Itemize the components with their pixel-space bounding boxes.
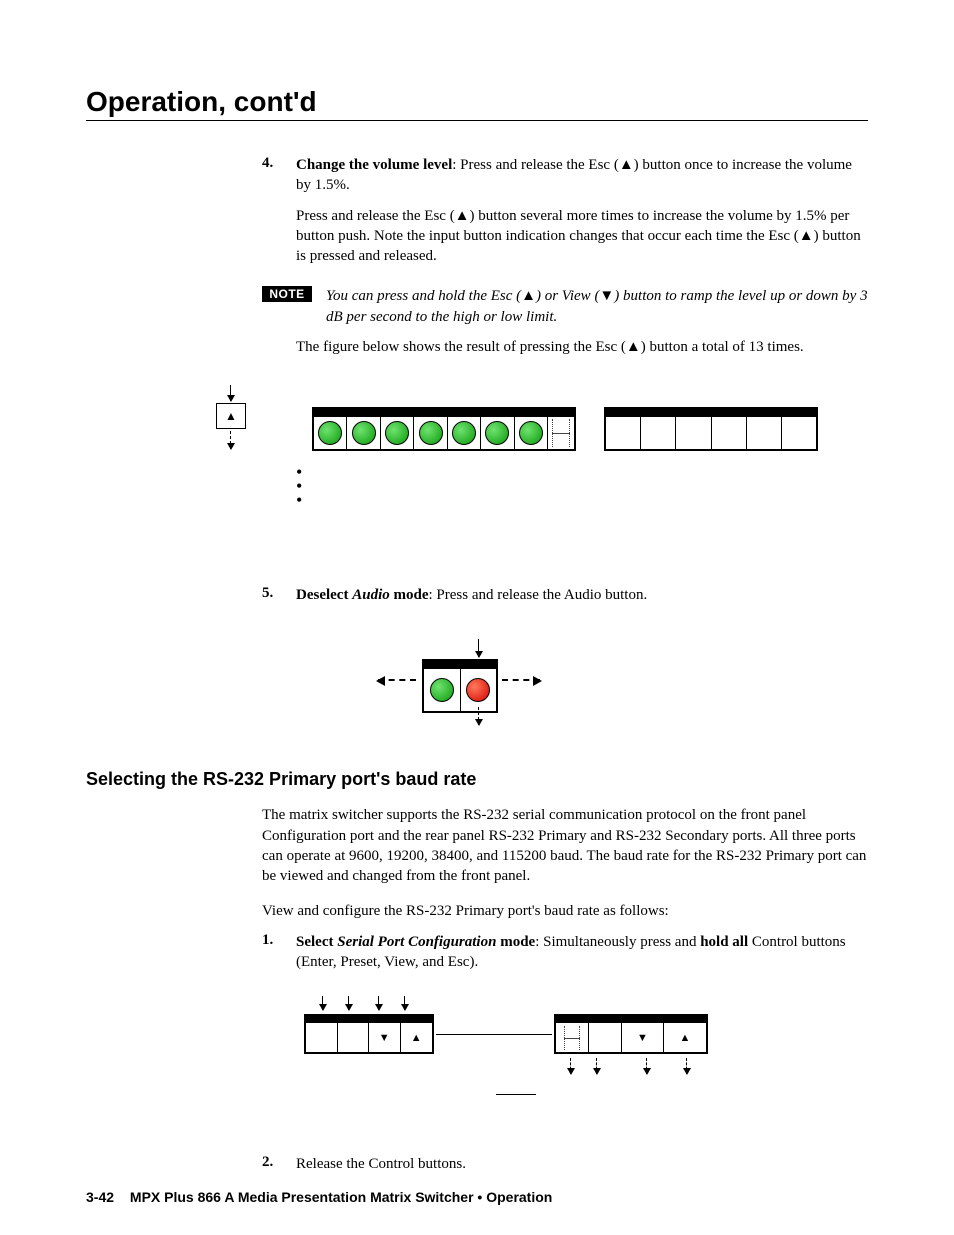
page-title: Operation, cont'd xyxy=(86,86,868,118)
led-green-icon xyxy=(519,421,543,445)
figure-volume-level: ▲ ••• xyxy=(86,385,868,565)
led-green-icon xyxy=(430,678,454,702)
figure-intro: The figure below shows the result of pre… xyxy=(262,337,868,367)
step5-lead-b: Audio xyxy=(352,587,390,603)
figure-control-buttons: ▼ ▲ ▼ ▲ xyxy=(86,994,868,1124)
note-badge: NOTE xyxy=(262,286,312,302)
led-green-icon xyxy=(419,421,443,445)
arrow-dashed-down-icon xyxy=(230,431,231,449)
title-rule xyxy=(86,120,868,121)
led-green-icon xyxy=(352,421,376,445)
step5-lead-a: Deselect xyxy=(296,587,352,603)
led-green-icon xyxy=(385,421,409,445)
arrow-dashed-down-icon xyxy=(596,1058,597,1074)
step4-line1: Change the volume level: Press and relea… xyxy=(296,155,868,196)
step-number: 1. xyxy=(262,932,296,983)
step-5: 5. Deselect Audio mode: Press and releas… xyxy=(262,585,868,615)
note-block: NOTE You can press and hold the Esc (▲) … xyxy=(262,286,868,327)
step-1: 1. Select Serial Port Configuration mode… xyxy=(262,932,868,983)
arrow-right-icon xyxy=(502,679,540,681)
led-red-icon xyxy=(466,678,490,702)
step2-text: Release the Control buttons. xyxy=(296,1154,868,1174)
led-green-icon xyxy=(318,421,342,445)
step1-lead-b: Serial Port Configuration xyxy=(337,934,496,950)
arrow-down-icon xyxy=(348,996,349,1010)
step-number: 2. xyxy=(262,1154,296,1184)
footer-product: MPX Plus 866 A Media Presentation Matrix… xyxy=(130,1189,552,1205)
input-panel-left xyxy=(312,407,576,451)
audio-button-panel xyxy=(422,659,498,713)
rs232-para2: View and configure the RS-232 Primary po… xyxy=(262,901,868,921)
page-footer: 3-42 MPX Plus 866 A Media Presentation M… xyxy=(86,1189,552,1205)
arrow-down-icon xyxy=(322,996,323,1010)
step-number: 4. xyxy=(262,155,296,276)
ellipsis-dots: ••• xyxy=(296,465,302,507)
arrow-dashed-down-icon xyxy=(686,1058,687,1074)
fig-intro-text: The figure below shows the result of pre… xyxy=(296,337,868,357)
subheading-baud-rate: Selecting the RS-232 Primary port's baud… xyxy=(86,769,868,790)
caption-rule xyxy=(496,1094,536,1095)
note-text: You can press and hold the Esc (▲) or Vi… xyxy=(326,286,868,327)
arrow-down-icon xyxy=(230,385,231,401)
figure-audio-toggle xyxy=(86,629,868,749)
arrow-left-icon xyxy=(378,679,416,681)
arrow-down-icon xyxy=(378,996,379,1010)
page-number: 3-42 xyxy=(86,1189,114,1205)
control-panel-after: ▼ ▲ xyxy=(554,1014,708,1054)
step1-lead-c: mode xyxy=(496,934,535,950)
step1-lead-a: Select xyxy=(296,934,337,950)
arrow-dashed-down-icon xyxy=(646,1058,647,1074)
step-number: 5. xyxy=(262,585,296,615)
led-green-icon xyxy=(485,421,509,445)
step5-lead-c: mode xyxy=(390,587,429,603)
esc-up-button: ▲ xyxy=(216,403,246,429)
connector-line xyxy=(436,1034,552,1035)
step5-text: Deselect Audio mode: Press and release t… xyxy=(296,585,868,605)
step-2: 2. Release the Control buttons. xyxy=(262,1154,868,1184)
step4-lead: Change the volume level xyxy=(296,157,452,173)
arrow-dashed-down-icon xyxy=(478,707,479,725)
input-panel-right xyxy=(604,407,818,451)
rs232-para1: The matrix switcher supports the RS-232 … xyxy=(262,805,868,886)
led-green-icon xyxy=(452,421,476,445)
step1-t1: : Simultaneously press and xyxy=(535,934,700,950)
step4-para2: Press and release the Esc (▲) button sev… xyxy=(296,206,868,267)
arrow-dashed-down-icon xyxy=(570,1058,571,1074)
arrow-down-icon xyxy=(478,639,479,657)
step1-hold: hold all xyxy=(700,934,748,950)
step1-text: Select Serial Port Configuration mode: S… xyxy=(296,932,868,973)
step-4: 4. Change the volume level: Press and re… xyxy=(262,155,868,276)
arrow-down-icon xyxy=(404,996,405,1010)
step5-tail: : Press and release the Audio button. xyxy=(428,587,647,603)
control-panel-before: ▼ ▲ xyxy=(304,1014,434,1054)
